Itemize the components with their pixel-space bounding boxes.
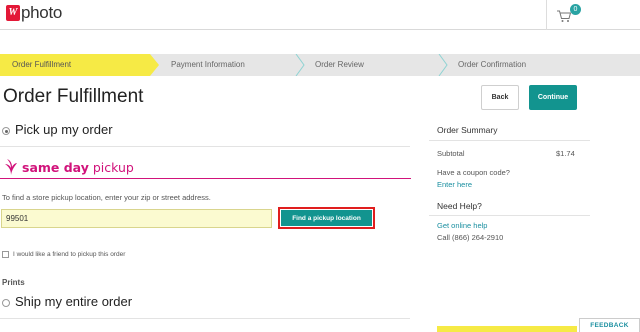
step-chevron-icon [294, 54, 306, 76]
same-day-pickup-icon [5, 159, 17, 175]
ship-radio[interactable] [2, 299, 10, 307]
step-order-review: Order Review [315, 60, 364, 69]
prints-section-label: Prints [2, 278, 25, 287]
step-order-fulfillment: Order Fulfillment [0, 54, 150, 76]
coupon-question: Have a coupon code? [437, 168, 510, 177]
divider [429, 215, 590, 216]
step-payment-information: Payment Information [171, 60, 245, 69]
zip-address-input[interactable] [1, 209, 272, 228]
step-order-confirmation: Order Confirmation [458, 60, 527, 69]
bottom-yellow-bar [437, 326, 577, 332]
step-chevron-icon [437, 54, 449, 76]
find-store-instructions: To find a store pickup location, enter y… [2, 193, 211, 202]
continue-button[interactable]: Continue [529, 85, 577, 110]
checkout-progress: Order Fulfillment Payment Information Or… [0, 54, 640, 76]
find-button-highlight: Find a pickup location [278, 207, 375, 229]
coupon-enter-link[interactable]: Enter here [437, 180, 472, 189]
help-phone: Call (866) 264-2910 [437, 233, 504, 242]
feedback-tab[interactable]: FEEDBACK [579, 318, 640, 332]
subtotal-label: Subtotal [437, 149, 465, 158]
divider [429, 140, 590, 141]
friend-pickup-checkbox[interactable] [2, 251, 9, 258]
divider [0, 318, 410, 319]
cart-button[interactable]: 0 [556, 4, 586, 24]
need-help-title: Need Help? [437, 201, 482, 211]
ship-option-label[interactable]: Ship my entire order [15, 294, 132, 309]
active-step-arrow [150, 54, 159, 76]
online-help-link[interactable]: Get online help [437, 221, 487, 230]
order-summary-title: Order Summary [437, 125, 498, 135]
subtotal-value: $1.74 [556, 149, 575, 158]
pickup-option-label[interactable]: Pick up my order [15, 122, 113, 137]
walgreens-photo-logo[interactable]: W photo [6, 3, 62, 23]
friend-pickup-label[interactable]: I would like a friend to pickup this ord… [13, 251, 125, 258]
same-day-pickup-title: same day pickup [22, 159, 134, 175]
divider [0, 146, 410, 147]
walgreens-logo-mark: W [6, 5, 20, 21]
page-title: Order Fulfillment [3, 86, 144, 107]
same-day-pickup-banner: same day pickup [4, 156, 134, 178]
find-pickup-location-button[interactable]: Find a pickup location [281, 210, 372, 226]
cart-count-badge: 0 [570, 4, 581, 15]
logo-text: photo [21, 3, 63, 22]
same-day-pickup-underline [0, 178, 411, 179]
top-header: W photo 0 [0, 0, 640, 30]
back-button[interactable]: Back [481, 85, 519, 110]
pickup-radio[interactable] [2, 127, 10, 135]
header-divider [546, 0, 547, 30]
